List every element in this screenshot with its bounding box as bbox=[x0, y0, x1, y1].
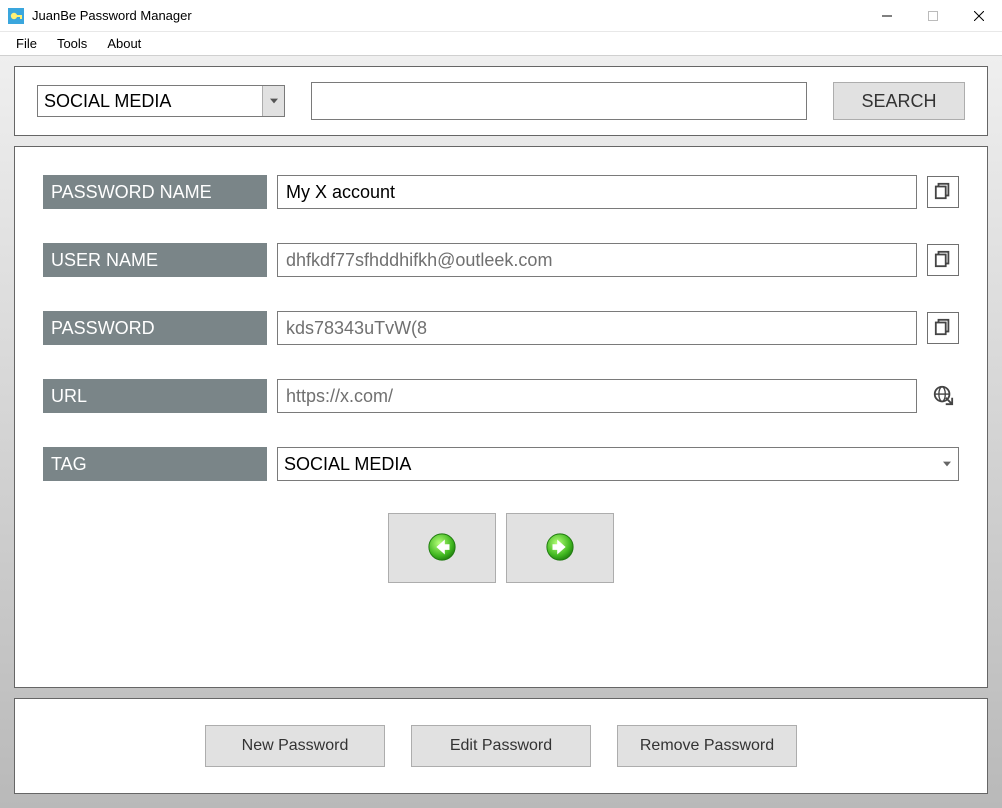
titlebar: JuanBe Password Manager bbox=[0, 0, 1002, 32]
copy-user-name-button[interactable] bbox=[927, 244, 959, 276]
chevron-down-icon bbox=[262, 86, 284, 116]
actions-panel: New Password Edit Password Remove Passwo… bbox=[14, 698, 988, 794]
remove-password-button[interactable]: Remove Password bbox=[617, 725, 797, 767]
copy-password-button[interactable] bbox=[927, 312, 959, 344]
client-area: SOCIAL MEDIA SEARCH PASSWORD NAME USER N… bbox=[0, 56, 1002, 808]
chevron-down-icon bbox=[936, 448, 958, 480]
details-panel: PASSWORD NAME USER NAME PASSWORD bbox=[14, 146, 988, 688]
copy-icon bbox=[934, 318, 952, 339]
arrow-right-icon bbox=[545, 532, 575, 565]
window-title: JuanBe Password Manager bbox=[32, 8, 864, 23]
user-name-field[interactable] bbox=[277, 243, 917, 277]
password-name-label: PASSWORD NAME bbox=[43, 175, 267, 209]
menubar: File Tools About bbox=[0, 32, 1002, 56]
url-row: URL bbox=[43, 379, 959, 413]
copy-icon bbox=[934, 182, 952, 203]
url-field[interactable] bbox=[277, 379, 917, 413]
app-icon bbox=[8, 8, 24, 24]
search-button[interactable]: SEARCH bbox=[833, 82, 965, 120]
tag-select[interactable]: SOCIAL MEDIA bbox=[277, 447, 959, 481]
password-field[interactable] bbox=[277, 311, 917, 345]
menu-file[interactable]: File bbox=[6, 33, 47, 54]
category-select[interactable]: SOCIAL MEDIA bbox=[37, 85, 285, 117]
password-row: PASSWORD bbox=[43, 311, 959, 345]
user-name-label: USER NAME bbox=[43, 243, 267, 277]
password-name-row: PASSWORD NAME bbox=[43, 175, 959, 209]
copy-password-name-button[interactable] bbox=[927, 176, 959, 208]
tag-label: TAG bbox=[43, 447, 267, 481]
window-controls bbox=[864, 0, 1002, 31]
url-label: URL bbox=[43, 379, 267, 413]
search-panel: SOCIAL MEDIA SEARCH bbox=[14, 66, 988, 136]
close-button[interactable] bbox=[956, 0, 1002, 31]
minimize-button[interactable] bbox=[864, 0, 910, 31]
edit-password-button[interactable]: Edit Password bbox=[411, 725, 591, 767]
tag-select-value: SOCIAL MEDIA bbox=[278, 454, 411, 475]
category-select-value: SOCIAL MEDIA bbox=[38, 91, 171, 112]
open-url-button[interactable] bbox=[927, 380, 959, 412]
menu-about[interactable]: About bbox=[97, 33, 151, 54]
maximize-button bbox=[910, 0, 956, 31]
user-name-row: USER NAME bbox=[43, 243, 959, 277]
search-input[interactable] bbox=[311, 82, 807, 120]
prev-record-button[interactable] bbox=[388, 513, 496, 583]
copy-icon bbox=[934, 250, 952, 271]
new-password-button[interactable]: New Password bbox=[205, 725, 385, 767]
tag-row: TAG SOCIAL MEDIA bbox=[43, 447, 959, 481]
password-label: PASSWORD bbox=[43, 311, 267, 345]
menu-tools[interactable]: Tools bbox=[47, 33, 97, 54]
arrow-left-icon bbox=[427, 532, 457, 565]
next-record-button[interactable] bbox=[506, 513, 614, 583]
nav-row bbox=[43, 513, 959, 583]
globe-icon bbox=[932, 384, 954, 409]
password-name-field[interactable] bbox=[277, 175, 917, 209]
